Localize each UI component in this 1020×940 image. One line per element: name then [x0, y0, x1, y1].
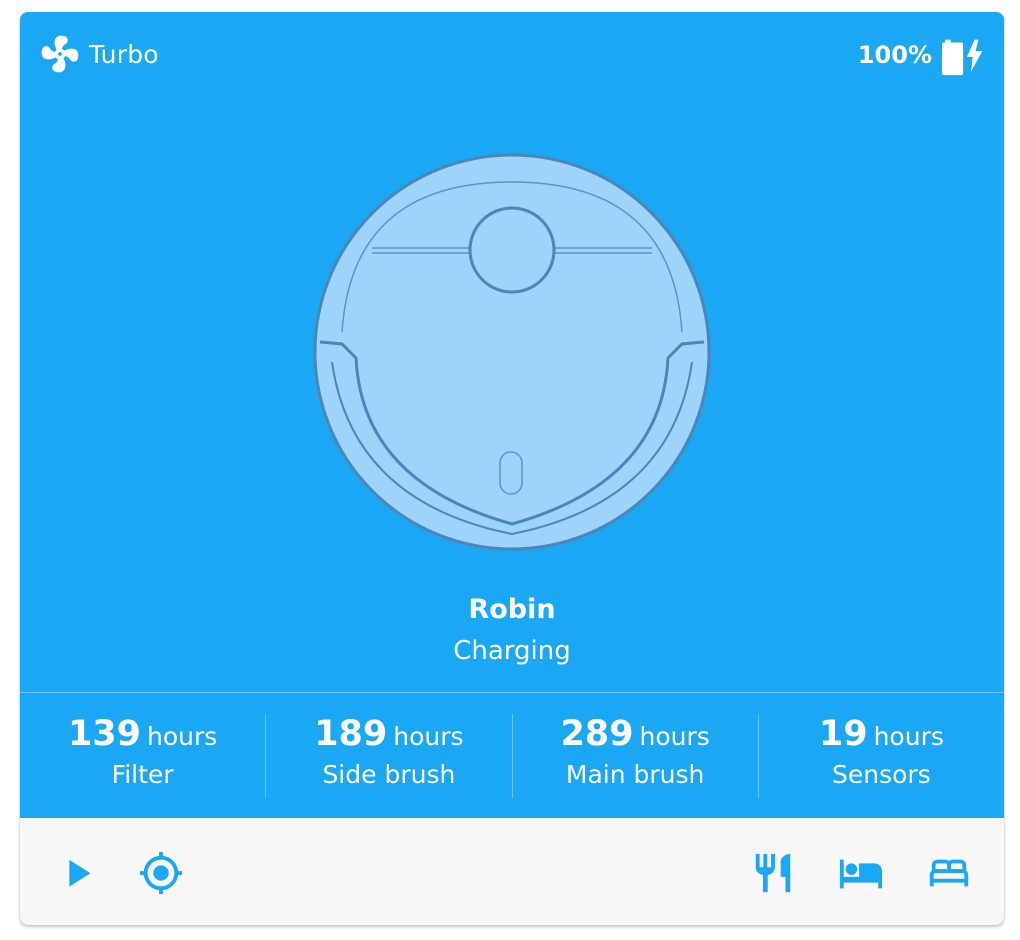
stat-unit: hours	[873, 721, 944, 751]
robot-status: Charging	[453, 636, 571, 666]
stat-value: 19	[818, 713, 868, 754]
room-kitchen-button[interactable]	[748, 848, 798, 898]
battery-indicator: 100%	[858, 32, 988, 78]
stat-sensors: 19 hours Sensors	[757, 713, 1004, 798]
sofa-icon	[929, 859, 969, 887]
stat-value: 289	[560, 713, 634, 754]
stat-label: Main brush	[565, 759, 705, 789]
fan-icon	[41, 35, 79, 73]
kitchen-icon	[755, 853, 791, 893]
play-icon	[69, 859, 91, 887]
consumables-stats: 139 hours Filter 189 hours Side brush 289 h…	[20, 692, 1004, 818]
stat-value: 139	[67, 713, 141, 754]
locate-icon	[139, 851, 183, 895]
stat-label: Sensors	[832, 759, 931, 789]
fan-speed-control[interactable]: Turbo	[38, 32, 159, 76]
room-living-room-button[interactable]	[924, 848, 974, 898]
stat-unit: hours	[393, 721, 464, 751]
card-header: Turbo 100%	[20, 12, 1004, 92]
room-bedroom-button[interactable]	[836, 848, 886, 898]
locate-button[interactable]	[136, 848, 186, 898]
stat-unit: hours	[639, 721, 710, 751]
action-toolbar	[20, 818, 1004, 925]
start-button[interactable]	[52, 848, 102, 898]
stat-value: 189	[314, 713, 388, 754]
vacuum-card: Turbo 100% Robin Charging 139 hours Filt…	[20, 12, 1004, 925]
fan-speed-label: Turbo	[89, 39, 159, 69]
battery-charging-icon	[942, 39, 983, 76]
stat-main-brush: 289 hours Main brush	[511, 713, 758, 798]
bed-icon	[839, 859, 883, 889]
battery-level: 100%	[857, 41, 932, 69]
stat-filter: 139 hours Filter	[20, 714, 265, 798]
stat-unit: hours	[147, 721, 218, 751]
stat-label: Side brush	[322, 759, 456, 789]
robot-vacuum-illustration	[313, 153, 711, 551]
stat-side-brush: 189 hours Side brush	[265, 713, 511, 798]
robot-name: Robin	[468, 594, 556, 625]
stat-label: Filter	[111, 759, 174, 789]
